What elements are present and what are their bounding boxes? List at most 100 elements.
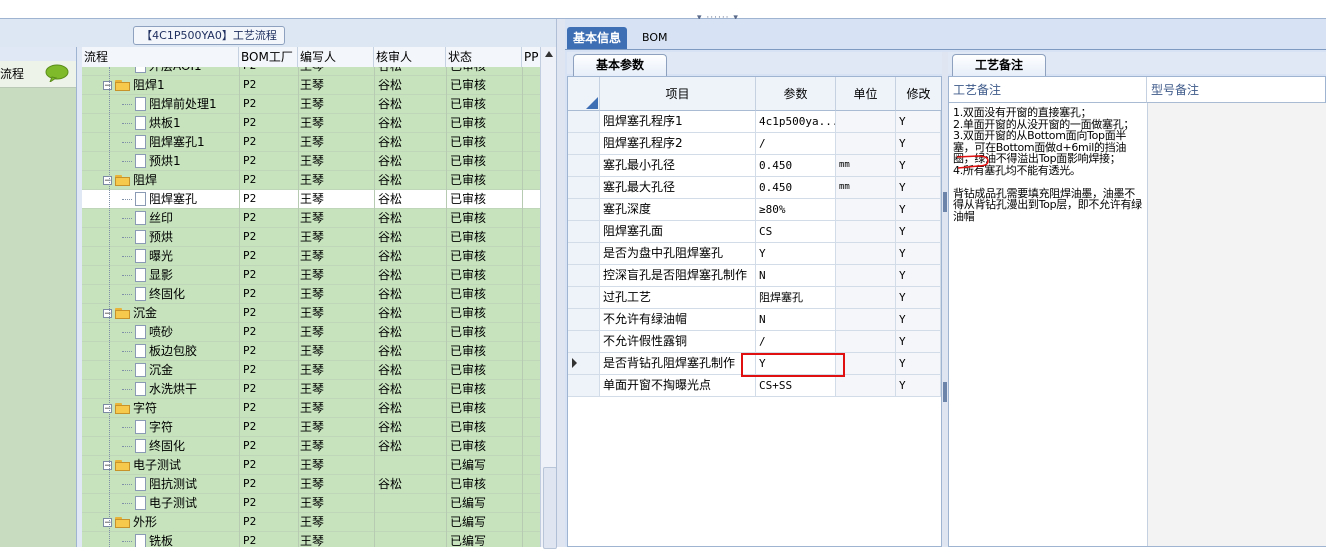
tree-node[interactable]: 铣板 [122, 532, 173, 547]
param-row[interactable]: 过孔工艺 阻焊塞孔 Y [568, 287, 941, 309]
tab-basic-params[interactable]: 基本参数 [573, 54, 667, 76]
tree-row[interactable]: 铣板 P2 王琴 已编写 [82, 532, 540, 547]
cell-item[interactable]: 塞孔最小孔径 [600, 155, 756, 176]
tree-node[interactable]: − 阻焊 [103, 171, 157, 189]
tree-row[interactable]: 阻抗测试 P2 王琴 谷松 已审核 [82, 475, 540, 494]
cell-item[interactable]: 不允许有绿油帽 [600, 309, 756, 330]
tree-node[interactable]: 终固化 [122, 285, 185, 303]
cell-modify[interactable]: Y [896, 353, 941, 374]
tree-node[interactable]: 阻焊塞孔 [122, 190, 197, 208]
cell-param[interactable]: 0.450 [756, 155, 836, 176]
row-indicator[interactable] [568, 155, 600, 176]
tree-row[interactable]: − 外形 P2 王琴 已编写 [82, 513, 540, 532]
col-unit[interactable]: 单位 [836, 77, 896, 111]
param-row[interactable]: 阻焊塞孔程序2/ Y [568, 133, 941, 155]
tree-node[interactable]: − 阻焊1 [103, 76, 165, 94]
scroll-thumb[interactable] [543, 467, 557, 549]
cell-modify[interactable]: Y [896, 265, 941, 286]
cell-item[interactable]: 控深盲孔是否阻焊塞孔制作 [600, 265, 756, 286]
cell-param[interactable]: CS [756, 221, 836, 242]
row-indicator[interactable] [568, 133, 600, 154]
cell-unit[interactable] [836, 331, 896, 352]
tree-node[interactable]: 阻焊前处理1 [122, 95, 217, 113]
cell-unit[interactable] [836, 133, 896, 154]
remarks-col-process[interactable]: 工艺备注 [949, 77, 1147, 103]
collapse-icon[interactable]: − [103, 308, 112, 318]
param-row[interactable]: 阻焊塞孔程序1 4c1p500ya... Y [568, 111, 941, 133]
tree-node[interactable]: 丝印 [122, 209, 173, 227]
cell-param[interactable]: ≥80% [756, 199, 836, 220]
tree-row[interactable]: 电子测试 P2 王琴 已编写 [82, 494, 540, 513]
tree-scrollbar[interactable] [540, 47, 557, 549]
tree-node[interactable]: 板边包胶 [122, 342, 197, 360]
param-row[interactable]: 塞孔最小孔径 0.450 mm Y [568, 155, 941, 177]
cell-modify[interactable]: Y [896, 375, 941, 396]
row-indicator[interactable] [568, 353, 600, 374]
cell-item[interactable]: 过孔工艺 [600, 287, 756, 308]
tree-node[interactable]: 电子测试 [122, 494, 197, 512]
cell-unit[interactable]: mm [836, 155, 896, 176]
cell-unit[interactable] [836, 287, 896, 308]
col-reviewer[interactable]: 核审人 [374, 47, 446, 67]
tree-node[interactable]: 预烘 [122, 228, 173, 246]
cell-param[interactable]: / [756, 133, 836, 154]
cell-modify[interactable]: Y [896, 199, 941, 220]
col-param[interactable]: 参数 [756, 77, 836, 111]
collapse-icon[interactable]: − [103, 403, 112, 413]
tab-bom[interactable]: BOM [636, 27, 674, 49]
tree-node[interactable]: 显影 [122, 266, 173, 284]
cell-unit[interactable] [836, 243, 896, 264]
row-indicator[interactable] [568, 111, 600, 132]
cell-param[interactable]: 4c1p500ya... [756, 111, 836, 132]
collapse-icon[interactable]: − [103, 517, 112, 527]
row-indicator[interactable] [568, 243, 600, 264]
tree-row[interactable]: 预烘1 P2 王琴 谷松 已审核 [82, 152, 540, 171]
tree-row[interactable]: 板边包胶 P2 王琴 谷松 已审核 [82, 342, 540, 361]
cell-modify[interactable]: Y [896, 111, 941, 132]
row-indicator[interactable] [568, 331, 600, 352]
param-row[interactable]: 单面开窗不掏曝光点 CS+SS Y [568, 375, 941, 397]
cell-unit[interactable] [836, 111, 896, 132]
nav-item-process[interactable]: 流程 [0, 61, 76, 88]
param-row[interactable]: 塞孔深度 ≥80% Y [568, 199, 941, 221]
param-row[interactable]: 是否为盘中孔阻焊塞孔 Y Y [568, 243, 941, 265]
row-indicator[interactable] [568, 287, 600, 308]
cell-unit[interactable] [836, 353, 896, 374]
param-row[interactable]: 不允许假性露铜 / Y [568, 331, 941, 353]
cell-param[interactable]: 阻焊塞孔 [756, 287, 836, 308]
collapse-icon[interactable]: − [103, 175, 112, 185]
cell-modify[interactable]: Y [896, 287, 941, 308]
row-indicator[interactable] [568, 199, 600, 220]
cell-param[interactable]: N [756, 265, 836, 286]
tree-node[interactable]: − 字符 [103, 399, 157, 417]
tree-node[interactable]: − 外形 [103, 513, 157, 531]
tree-row[interactable]: 沉金 P2 王琴 谷松 已审核 [82, 361, 540, 380]
tree-row[interactable]: − 阻焊1 P2 王琴 谷松 已审核 [82, 76, 540, 95]
tree-row[interactable]: − 阻焊 P2 王琴 谷松 已审核 [82, 171, 540, 190]
row-indicator[interactable] [568, 309, 600, 330]
tree-row[interactable]: 阻焊塞孔1 P2 王琴 谷松 已审核 [82, 133, 540, 152]
col-item[interactable]: 项目 [600, 77, 756, 111]
col-process[interactable]: 流程 [82, 47, 239, 67]
cell-item[interactable]: 是否为盘中孔阻焊塞孔 [600, 243, 756, 264]
tree-node[interactable]: − 电子测试 [103, 456, 181, 474]
tree-node[interactable]: 水洗烘干 [122, 380, 197, 398]
tree-row[interactable]: − 电子测试 P2 王琴 已编写 [82, 456, 540, 475]
col-status[interactable]: 状态 [446, 47, 522, 67]
tree-node[interactable]: 喷砂 [122, 323, 173, 341]
cell-item[interactable]: 塞孔深度 [600, 199, 756, 220]
cell-param[interactable]: / [756, 331, 836, 352]
cell-item[interactable]: 阻焊塞孔面 [600, 221, 756, 242]
cell-modify[interactable]: Y [896, 155, 941, 176]
tree-row[interactable]: 水洗烘干 P2 王琴 谷松 已审核 [82, 380, 540, 399]
col-pp[interactable]: PP [522, 47, 540, 67]
tree-node[interactable]: − 沉金 [103, 304, 157, 322]
tree-node[interactable]: 外层AOI1 [122, 67, 202, 75]
cell-item[interactable]: 是否背钻孔阻焊塞孔制作 [600, 353, 756, 374]
tree-row[interactable]: − 沉金 P2 王琴 谷松 已审核 [82, 304, 540, 323]
col-writer[interactable]: 编写人 [298, 47, 374, 67]
tree-row[interactable]: 外层AOI1 P2 王琴 谷松 已审核 [82, 67, 540, 76]
cell-modify[interactable]: Y [896, 133, 941, 154]
tab-process-remarks[interactable]: 工艺备注 [952, 54, 1046, 76]
cell-modify[interactable]: Y [896, 331, 941, 352]
